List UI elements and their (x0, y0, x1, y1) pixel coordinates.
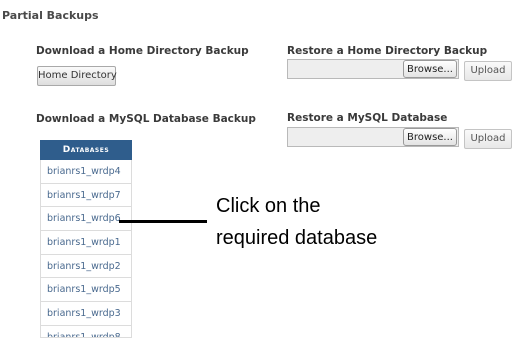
database-link-wrdp4[interactable]: brianrs1_wrdp4 (40, 160, 132, 184)
home-restore-browse-button[interactable]: Browse... (403, 60, 457, 78)
database-link-wrdp8[interactable]: brianrs1_wrdp8 (40, 325, 132, 338)
mysql-restore-browse-button[interactable]: Browse... (403, 128, 457, 146)
mysql-restore-heading: Restore a MySQL Database (287, 112, 448, 124)
callout-line-1: Click on the (216, 195, 321, 217)
home-restore-file-input[interactable]: Browse... (287, 59, 459, 79)
databases-table-header: Databases (40, 140, 132, 160)
home-restore-upload-button[interactable]: Upload (464, 61, 512, 81)
databases-table: Databases brianrs1_wrdp4 brianrs1_wrdp7 … (40, 140, 132, 338)
database-link-wrdp5[interactable]: brianrs1_wrdp5 (40, 278, 132, 303)
databases-header-label: Databases (62, 145, 110, 155)
database-link-wrdp1[interactable]: brianrs1_wrdp1 (40, 231, 132, 255)
callout-line-2: required database (216, 227, 378, 249)
mysql-restore-file-input[interactable]: Browse... (287, 127, 459, 147)
callout-pointer-line (119, 220, 207, 223)
database-link-wrdp7[interactable]: brianrs1_wrdp7 (40, 183, 132, 208)
home-restore-heading: Restore a Home Directory Backup (287, 45, 488, 57)
page-section-title: Partial Backups (2, 9, 99, 22)
home-directory-button[interactable]: Home Directory (37, 66, 117, 86)
home-backup-heading: Download a Home Directory Backup (36, 45, 249, 57)
database-link-wrdp3[interactable]: brianrs1_wrdp3 (40, 302, 132, 326)
callout-annotation: Click on the required database (216, 190, 377, 254)
database-link-wrdp2[interactable]: brianrs1_wrdp2 (40, 254, 132, 279)
mysql-backup-heading: Download a MySQL Database Backup (36, 113, 256, 125)
mysql-restore-upload-button[interactable]: Upload (464, 129, 512, 149)
